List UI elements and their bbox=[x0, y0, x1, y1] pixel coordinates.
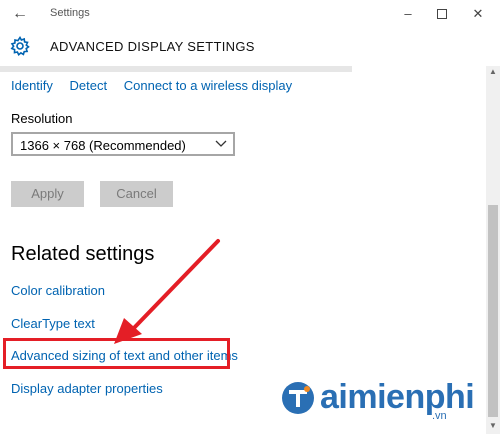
resolution-label: Resolution bbox=[11, 111, 73, 126]
close-icon[interactable]: ✕ bbox=[468, 4, 488, 24]
title-bar: ← Settings – ✕ bbox=[0, 0, 500, 28]
window-title: Settings bbox=[50, 7, 90, 19]
connect-wireless-link[interactable]: Connect to a wireless display bbox=[124, 78, 292, 93]
resolution-dropdown[interactable]: 1366 × 768 (Recommended) bbox=[11, 132, 235, 156]
gear-icon bbox=[10, 36, 30, 56]
watermark-logo: aimienphi .vn bbox=[280, 376, 480, 424]
watermark-suffix: .vn bbox=[432, 410, 447, 422]
display-links: Identify Detect Connect to a wireless di… bbox=[11, 78, 305, 93]
color-calibration-link[interactable]: Color calibration bbox=[11, 283, 105, 298]
detect-link[interactable]: Detect bbox=[70, 78, 108, 93]
scrollbar-thumb[interactable] bbox=[488, 205, 498, 417]
maximize-icon[interactable] bbox=[432, 4, 452, 24]
cancel-button[interactable]: Cancel bbox=[100, 181, 173, 207]
display-adapter-properties-link[interactable]: Display adapter properties bbox=[11, 381, 163, 396]
brand-logo-icon bbox=[282, 382, 314, 414]
watermark-brand: aimienphi bbox=[320, 378, 475, 416]
apply-button[interactable]: Apply bbox=[11, 181, 84, 207]
related-settings-heading: Related settings bbox=[11, 243, 155, 265]
scroll-down-icon[interactable]: ▼ bbox=[487, 420, 499, 432]
horizontal-scrollbar[interactable] bbox=[0, 66, 352, 72]
highlight-box bbox=[3, 338, 230, 369]
page-title: ADVANCED DISPLAY SETTINGS bbox=[50, 39, 255, 54]
identify-link[interactable]: Identify bbox=[11, 78, 53, 93]
resolution-value: 1366 × 768 (Recommended) bbox=[20, 138, 186, 153]
scroll-up-icon[interactable]: ▲ bbox=[487, 66, 499, 78]
arrow-left-icon[interactable]: ← bbox=[10, 4, 30, 24]
minimize-icon[interactable]: – bbox=[398, 4, 418, 24]
page-header: ADVANCED DISPLAY SETTINGS bbox=[0, 28, 500, 66]
chevron-down-icon bbox=[215, 140, 227, 147]
cleartype-text-link[interactable]: ClearType text bbox=[11, 316, 95, 331]
